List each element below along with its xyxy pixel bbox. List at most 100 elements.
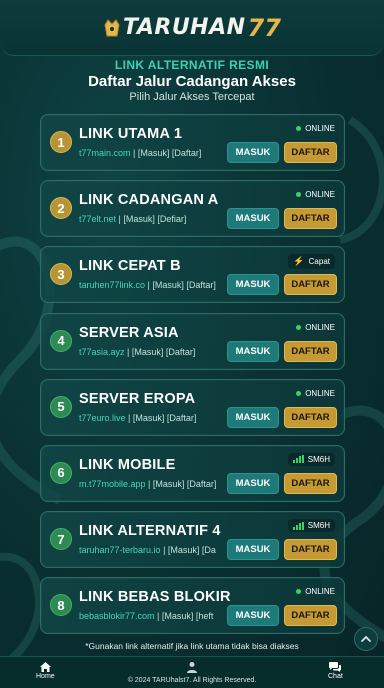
brand-name-text: TARUHAN (123, 15, 246, 40)
home-icon (39, 662, 51, 672)
daftar-button[interactable]: DAFTAR (284, 539, 337, 561)
chevron-up-icon (361, 635, 371, 642)
link-actions-text: | [Masuk] [Daftar] (145, 280, 216, 291)
page-header: LINK ALTERNATIF RESMI Daftar Jalur Cadan… (0, 58, 384, 103)
link-number-badge: 3 (50, 263, 72, 286)
status-badge: SM6H (287, 519, 335, 533)
brand-logo[interactable]: TARUHAN 77 (103, 14, 281, 42)
link-actions-text: | [Masuk] [Daftar] (130, 148, 202, 158)
link-address: m.t77mobile.app | [Masuk] [Daftar] (79, 479, 231, 489)
masuk-button[interactable]: MASUK (227, 406, 279, 428)
page-title: Daftar Jalur Cadangan Akses (88, 73, 296, 90)
status-label: ONLINE (305, 388, 335, 398)
online-dot-icon (296, 390, 302, 396)
link-number-badge: 1 (50, 131, 72, 153)
link-list: 1 LINK UTAMA 1 t77main.com | [Masuk] [Da… (40, 114, 345, 644)
online-dot-icon (296, 324, 302, 330)
masuk-button[interactable]: MASUK (227, 539, 279, 561)
link-actions-text: | [Masuk] [Daftar] (124, 346, 196, 357)
masuk-button[interactable]: MASUK (227, 142, 279, 163)
link-number-badge: 6 (50, 461, 72, 484)
bolt-icon: ⚡ (293, 256, 305, 267)
link-number-badge: 5 (50, 395, 72, 418)
link-actions-text: | [Masuk] [heft (154, 611, 214, 622)
daftar-button[interactable]: DAFTAR (284, 406, 337, 428)
link-domain[interactable]: t77euro.live (79, 413, 126, 423)
link-address: t77elt.net | [Masuk] [Defiar] (79, 214, 231, 224)
scroll-to-top-button[interactable] (354, 627, 378, 651)
link-domain[interactable]: t77elt.net (79, 214, 116, 224)
link-number-badge: 2 (50, 197, 72, 220)
status-label: ONLINE (305, 124, 335, 133)
link-number-badge: 4 (50, 329, 72, 352)
link-name: LINK MOBILE (79, 456, 176, 473)
link-domain[interactable]: t77asia.ayz (79, 347, 125, 357)
chat-icon (329, 662, 342, 672)
link-domain[interactable]: t77main.com (79, 148, 131, 158)
link-card: 4 SERVER ASIA t77asia.ayz | [Masuk] [Daf… (40, 312, 345, 370)
link-name: LINK BEBAS BLOKIR (79, 589, 231, 606)
daftar-button[interactable]: DAFTAR (284, 340, 337, 362)
masuk-button[interactable]: MASUK (227, 472, 279, 494)
link-name: LINK CEPAT B (79, 258, 181, 275)
nav-account[interactable] (186, 661, 198, 673)
top-header-bar: TARUHAN 77 (0, 0, 384, 56)
status-label: ONLINE (305, 322, 335, 332)
link-card: 1 LINK UTAMA 1 t77main.com | [Masuk] [Da… (40, 114, 345, 171)
link-address: taruhan77-terbaru.io | [Masuk] [Da (79, 545, 231, 555)
daftar-button[interactable]: DAFTAR (284, 274, 337, 296)
link-card: 3 LINK CEPAT B taruhen77link.co | [Masuk… (40, 246, 345, 304)
link-actions-text: | [Masuk] [Daftar] (145, 478, 217, 489)
status-label: Capat (308, 257, 330, 267)
signal-icon (292, 521, 304, 530)
status-badge: ONLINE (296, 323, 335, 332)
status-label: ONLINE (305, 587, 335, 597)
daftar-button[interactable]: DAFTAR (284, 605, 337, 627)
status-badge: SM6H (287, 452, 335, 466)
bottom-navigation: Home Chat © 2024 TARUhalst7. All Rights … (0, 656, 384, 688)
link-name: LINK UTAMA 1 (79, 126, 183, 142)
footnote-text: *Gunakan link alternatif jika link utama… (85, 641, 299, 651)
link-address: taruhen77link.co | [Masuk] [Daftar] (79, 280, 231, 290)
online-dot-icon (296, 126, 302, 131)
signal-icon (292, 455, 304, 464)
link-actions-text: | [Masuk] [Defiar] (116, 214, 187, 225)
link-address: t77euro.live | [Masuk] [Daftar] (79, 413, 231, 423)
link-number-badge: 7 (50, 528, 72, 551)
masuk-button[interactable]: MASUK (227, 605, 279, 627)
page-subtitle: Pilih Jalur Akses Tercepat (129, 91, 255, 103)
link-card: 6 LINK MOBILE m.t77mobile.app | [Masuk] … (40, 444, 345, 502)
link-name: LINK CADANGAN A (79, 192, 219, 209)
masuk-button[interactable]: MASUK (227, 340, 279, 362)
status-badge: ONLINE (296, 587, 335, 596)
masuk-button[interactable]: MASUK (227, 274, 279, 296)
link-name: LINK ALTERNATIF 4 (79, 523, 221, 540)
link-domain[interactable]: m.t77mobile.app (79, 479, 146, 489)
online-dot-icon (296, 589, 302, 595)
link-card: 2 LINK CADANGAN A t77elt.net | [Masuk] [… (40, 180, 345, 238)
link-name: SERVER ASIA (79, 324, 179, 341)
link-actions-text: | [Masuk] [Daftar] (125, 412, 197, 423)
status-badge: ONLINE (296, 389, 335, 398)
status-badge: ⚡ Capat (288, 254, 335, 270)
link-domain[interactable]: bebasblokir77.com (79, 611, 155, 621)
status-label: SM6H (307, 521, 330, 531)
status-label: ONLINE (305, 190, 335, 200)
user-icon (187, 662, 197, 673)
daftar-button[interactable]: DAFTAR (284, 472, 337, 494)
status-badge: ONLINE (296, 190, 335, 199)
daftar-button[interactable]: DAFTAR (284, 142, 337, 163)
link-address: bebasblokir77.com | [Masuk] [heft (79, 611, 231, 621)
link-name: SERVER EROPA (79, 390, 196, 407)
daftar-button[interactable]: DAFTAR (284, 208, 337, 230)
online-dot-icon (296, 192, 302, 198)
status-label: SM6H (307, 454, 330, 464)
status-badge: ONLINE (296, 124, 335, 133)
link-card: 8 LINK BEBAS BLOKIR bebasblokir77.com | … (40, 577, 345, 635)
link-domain[interactable]: taruhan77-terbaru.io (79, 545, 161, 555)
link-number-badge: 8 (50, 594, 72, 617)
link-domain[interactable]: taruhen77link.co (79, 280, 145, 290)
masuk-button[interactable]: MASUK (227, 208, 279, 230)
link-actions-text: | [Masuk] [Da (160, 545, 216, 556)
link-address: t77main.com | [Masuk] [Daftar] (79, 148, 231, 158)
